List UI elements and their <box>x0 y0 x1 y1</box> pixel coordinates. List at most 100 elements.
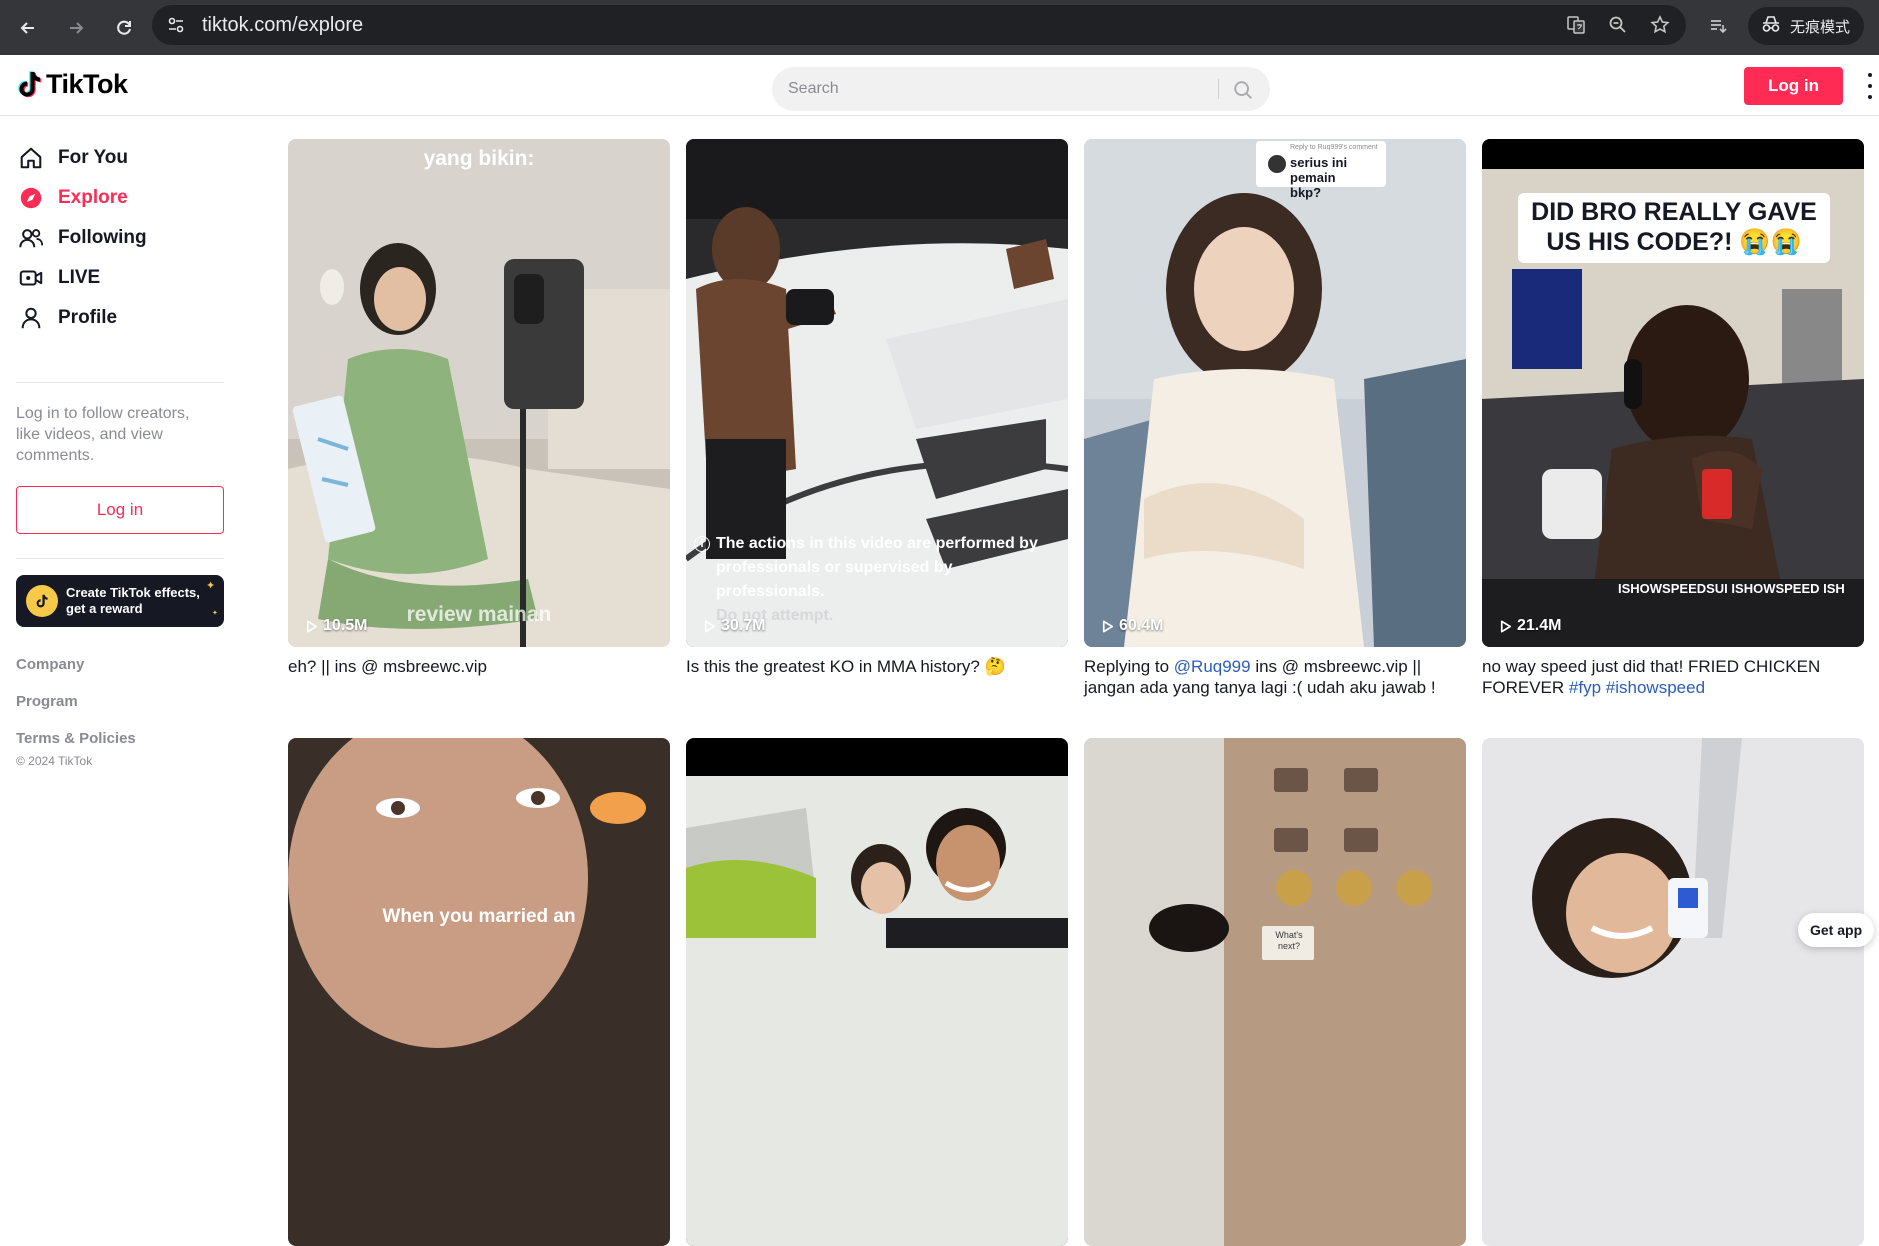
incognito-badge[interactable]: 无痕模式 <box>1748 7 1865 45</box>
comment-avatar <box>1268 155 1286 173</box>
sparkle-icon: ✦ <box>206 580 216 592</box>
tiktok-logo[interactable]: TikTok <box>16 69 128 100</box>
sidebar-item-label: For You <box>58 147 129 168</box>
video-card[interactable]: Reply to Ruq999's comment serius ini pem… <box>1084 139 1466 698</box>
video-caption[interactable]: Is this the greatest KO in MMA history? … <box>686 656 1068 677</box>
home-icon <box>16 143 46 173</box>
play-icon <box>704 620 716 632</box>
view-count: 30.7M <box>702 617 765 635</box>
video-preview-image <box>288 738 670 1246</box>
reply-text: serius ini pemain bkp? <box>1290 155 1348 200</box>
overlay-caption: DID BRO REALLY GAVE US HIS CODE?! 😭😭 <box>1531 198 1817 256</box>
address-bar[interactable]: tiktok.com/explore <box>152 5 1686 45</box>
video-caption[interactable]: Replying to @Ruq999 ins @ msbreewc.vip |… <box>1084 656 1466 698</box>
play-icon <box>306 620 318 632</box>
sidebar-divider <box>16 558 224 559</box>
logo-wordmark: TikTok <box>46 69 128 99</box>
overlay-caption-bottom: When you married an <box>382 906 576 927</box>
copyright-text: © 2024 TikTok <box>16 754 93 768</box>
more-options-icon[interactable] <box>1864 73 1876 99</box>
sidebar-item-for-you[interactable]: For You <box>16 138 226 178</box>
footer-link-program[interactable]: Program <box>16 693 78 710</box>
video-preview-image <box>686 738 1068 1246</box>
video-caption[interactable]: eh? || ins @ msbreewc.vip <box>288 656 670 677</box>
video-caption[interactable]: no way speed just did that! FRIED CHICKE… <box>1482 656 1864 698</box>
live-icon <box>16 263 46 293</box>
search-icon[interactable] <box>1230 77 1256 103</box>
sidebar-login-button[interactable]: Log in <box>16 486 224 534</box>
view-count: 21.4M <box>1498 617 1561 635</box>
get-app-button[interactable]: Get app <box>1798 913 1875 947</box>
video-preview-image <box>288 139 670 647</box>
site-info-icon[interactable] <box>164 13 188 37</box>
browser-toolbar: tiktok.com/explore 无痕模式 <box>0 0 1879 55</box>
create-effects-banner[interactable]: Create TikTok effects, get a reward ✦ ✦ <box>16 575 224 627</box>
site-header: TikTok Log in <box>0 55 1879 116</box>
mention-link[interactable]: @Ruq999 <box>1174 657 1251 676</box>
video-thumbnail[interactable]: When you married an <box>288 738 670 1246</box>
compass-icon <box>16 183 46 213</box>
sidebar-item-label: Profile <box>58 307 118 328</box>
video-card[interactable]: What's next? <box>1084 738 1466 1246</box>
hashtag-link[interactable]: #fyp <box>1569 678 1601 697</box>
view-count: 60.4M <box>1100 617 1163 635</box>
profile-icon <box>16 303 46 333</box>
search-divider <box>1218 79 1219 99</box>
following-icon <box>16 223 46 253</box>
reload-icon[interactable] <box>110 14 138 42</box>
reply-header: Reply to Ruq999's comment <box>1290 144 1378 151</box>
footer-link-company[interactable]: Company <box>16 656 84 673</box>
footer-link-terms[interactable]: Terms & Policies <box>16 730 136 747</box>
sidebar-item-following[interactable]: Following <box>16 218 226 258</box>
header-login-button[interactable]: Log in <box>1744 67 1843 105</box>
video-card[interactable]: DID BRO REALLY GAVE US HIS CODE?! 😭😭 ISHO… <box>1482 139 1864 698</box>
search-input[interactable] <box>788 80 1228 98</box>
forward-icon[interactable] <box>62 14 90 42</box>
sidebar-item-label: LIVE <box>58 267 101 288</box>
tiktok-note-icon <box>18 70 42 97</box>
sidebar-item-label: Following <box>58 227 147 248</box>
sidebar-item-live[interactable]: LIVE <box>16 258 226 298</box>
sidebar: For You Explore Following LIVE Profile L… <box>0 117 240 952</box>
zoom-icon[interactable] <box>1606 13 1630 37</box>
video-preview-image <box>1084 738 1466 1246</box>
view-count: 10.5M <box>304 617 367 635</box>
video-card[interactable] <box>1482 738 1864 1246</box>
view-count-value: 30.7M <box>721 617 766 634</box>
login-prompt-text: Log in to follow creators, like videos, … <box>16 405 190 464</box>
video-thumbnail[interactable]: Reply to Ruq999's comment serius ini pem… <box>1084 139 1466 647</box>
effects-line-1: Create TikTok effects, <box>66 585 200 600</box>
sidebar-item-label: Explore <box>58 187 128 208</box>
video-card[interactable]: When you married an <box>288 738 670 1246</box>
video-thumbnail[interactable]: yang bikin: review mainan 10.5M <box>288 139 670 647</box>
sidebar-divider <box>16 382 224 383</box>
warning-line-2: professionals or supervised by professio… <box>716 559 953 600</box>
sparkle-icon: ✦ <box>212 610 218 617</box>
video-thumbnail[interactable] <box>686 738 1068 1246</box>
sidebar-item-explore[interactable]: Explore <box>16 178 226 218</box>
sidebar-item-profile[interactable]: Profile <box>16 298 226 338</box>
url-text[interactable]: tiktok.com/explore <box>202 14 363 37</box>
video-card[interactable] <box>686 738 1068 1246</box>
hashtag-link[interactable]: #ishowspeed <box>1606 678 1705 697</box>
video-thumbnail[interactable]: What's next? <box>1084 738 1466 1246</box>
back-icon[interactable] <box>14 14 42 42</box>
safety-warning: i The actions in this video are performe… <box>694 532 1060 628</box>
video-thumbnail[interactable]: i The actions in this video are performe… <box>686 139 1068 647</box>
view-count-value: 60.4M <box>1119 617 1164 634</box>
translate-icon[interactable] <box>1564 13 1588 37</box>
video-preview-image <box>1482 738 1864 1246</box>
video-thumbnail[interactable] <box>1482 738 1864 1246</box>
incognito-label: 无痕模式 <box>1790 18 1851 36</box>
video-card[interactable]: yang bikin: review mainan 10.5M eh? || i… <box>288 139 670 677</box>
effects-line-2: get a reward <box>66 601 143 616</box>
video-thumbnail[interactable]: DID BRO REALLY GAVE US HIS CODE?! 😭😭 ISHO… <box>1482 139 1864 647</box>
reply-comment-bubble: Reply to Ruq999's comment serius ini pem… <box>1256 141 1386 200</box>
play-icon <box>1102 620 1114 632</box>
reading-list-icon[interactable] <box>1705 13 1731 39</box>
video-card[interactable]: i The actions in this video are performe… <box>686 139 1068 677</box>
overlay-caption-top: yang bikin: <box>423 147 535 170</box>
incognito-icon <box>1760 14 1782 38</box>
play-icon <box>1500 620 1512 632</box>
bookmark-star-icon[interactable] <box>1648 13 1672 37</box>
